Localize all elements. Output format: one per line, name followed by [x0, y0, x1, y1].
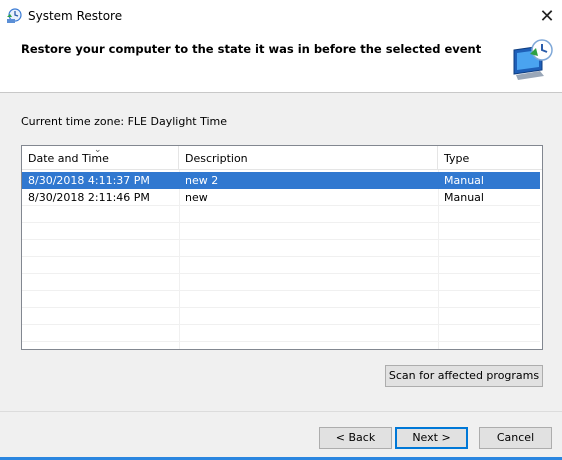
empty-row [22, 325, 540, 342]
cancel-button[interactable]: Cancel [479, 427, 552, 449]
cell-description: new 2 [185, 174, 219, 187]
title-bar: System Restore ✕ [0, 0, 562, 32]
list-header: ⌄ Date and Time Description Type [22, 146, 542, 170]
table-row[interactable]: 8/30/2018 4:11:37 PM new 2 Manual [22, 172, 540, 189]
wizard-footer: < Back Next > Cancel [0, 411, 562, 460]
close-icon: ✕ [539, 5, 555, 27]
sort-descending-icon: ⌄ [94, 145, 102, 155]
empty-row [22, 240, 540, 257]
column-label: Description [185, 152, 248, 165]
close-button[interactable]: ✕ [532, 0, 562, 32]
restore-points-list[interactable]: ⌄ Date and Time Description Type 8/30/20… [21, 145, 543, 350]
empty-row [22, 274, 540, 291]
empty-row [22, 223, 540, 240]
empty-row [22, 308, 540, 325]
cell-date: 8/30/2018 4:11:37 PM [28, 174, 150, 187]
back-button[interactable]: < Back [319, 427, 392, 449]
wizard-body: Current time zone: FLE Daylight Time ⌄ D… [0, 93, 562, 411]
empty-row [22, 291, 540, 308]
column-header-date[interactable]: ⌄ Date and Time [22, 146, 179, 170]
scan-affected-programs-button[interactable]: Scan for affected programs [385, 365, 543, 387]
cell-type: Manual [444, 191, 484, 204]
empty-row [22, 257, 540, 274]
column-header-type[interactable]: Type [438, 146, 542, 170]
system-restore-icon [7, 8, 22, 23]
timezone-label: Current time zone: FLE Daylight Time [21, 115, 228, 128]
page-heading: Restore your computer to the state it wa… [21, 42, 482, 56]
column-label: Type [444, 152, 470, 165]
cell-date: 8/30/2018 2:11:46 PM [28, 191, 150, 204]
wizard-header: Restore your computer to the state it wa… [0, 32, 562, 93]
column-header-description[interactable]: Description [179, 146, 438, 170]
empty-row [22, 206, 540, 223]
table-row[interactable]: 8/30/2018 2:11:46 PM new Manual [22, 189, 540, 206]
cell-type: Manual [444, 174, 484, 187]
window-title: System Restore [28, 9, 123, 23]
cell-description: new [185, 191, 208, 204]
restore-monitor-icon [513, 39, 553, 80]
next-button[interactable]: Next > [395, 427, 468, 449]
